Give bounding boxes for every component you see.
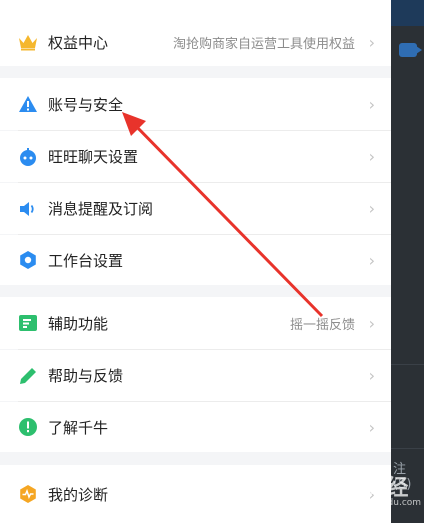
menu-item-value: 淘抢购商家自运营工具使用权益 [172,36,355,52]
chevron-right-icon: › [368,32,375,52]
chevron-right-icon: › [368,313,375,333]
menu-item-wangwang-settings[interactable]: 旺旺聊天设置 › [0,131,391,182]
chevron-right-icon: › [368,250,375,270]
menu-item-value: 摇一摇反馈 [289,317,355,333]
assist-icon [18,313,38,333]
chevron-right-icon: › [368,417,375,437]
video-icon [399,43,422,57]
menu-item-label: 消息提醒及订阅 [48,200,154,218]
background-header [391,0,424,26]
menu-item-label: 帮助与反馈 [48,367,124,385]
menu-item-label: 工作台设置 [48,251,124,270]
chevron-right-icon: › [368,199,375,218]
menu-item-label: 账号与安全 [48,95,124,114]
menu-item-label: 了解千牛 [48,418,109,437]
menu-item-accessibility[interactable]: 辅助功能 摇一摇反馈 › [0,297,391,349]
menu-item-about-qianniu[interactable]: 了解千牛 › [0,402,391,452]
gear-icon [18,250,38,270]
menu-item-label: 权益中心 [48,33,109,52]
drawer-top-strip [0,0,391,18]
menu-item-benefit-center[interactable]: 权益中心 淘抢购商家自运营工具使用权益 › [0,18,391,66]
menu-item-label: 我的诊断 [48,485,109,504]
menu-item-message-subscribe[interactable]: 消息提醒及订阅 › [0,183,391,234]
menu-item-help-feedback[interactable]: 帮助与反馈 › [0,350,391,401]
chat-bot-icon [18,147,38,167]
menu-item-label: 旺旺聊天设置 [48,148,139,166]
watermark: Bai du 经验 [306,475,410,523]
watermark-subtext: jingyan.baidu.com [338,498,422,508]
chevron-right-icon: › [368,147,375,166]
crown-icon [18,32,38,52]
warning-triangle-icon [18,94,38,114]
background-divider [391,364,424,365]
background-app [391,0,424,523]
speaker-icon [18,199,38,219]
chevron-right-icon: › [368,94,375,114]
menu-item-workbench-settings[interactable]: 工作台设置 › [0,235,391,285]
menu-item-label: 辅助功能 [48,314,109,333]
diagnosis-icon [18,484,38,504]
menu-item-account-security[interactable]: 账号与安全 › [0,78,391,130]
background-divider [391,448,424,449]
pencil-icon [18,366,38,386]
chevron-right-icon: › [368,366,375,385]
info-exclamation-icon [18,417,38,437]
settings-drawer: 权益中心 淘抢购商家自运营工具使用权益 › 账号与安全 › 旺旺聊天设置 › 消… [0,0,391,523]
